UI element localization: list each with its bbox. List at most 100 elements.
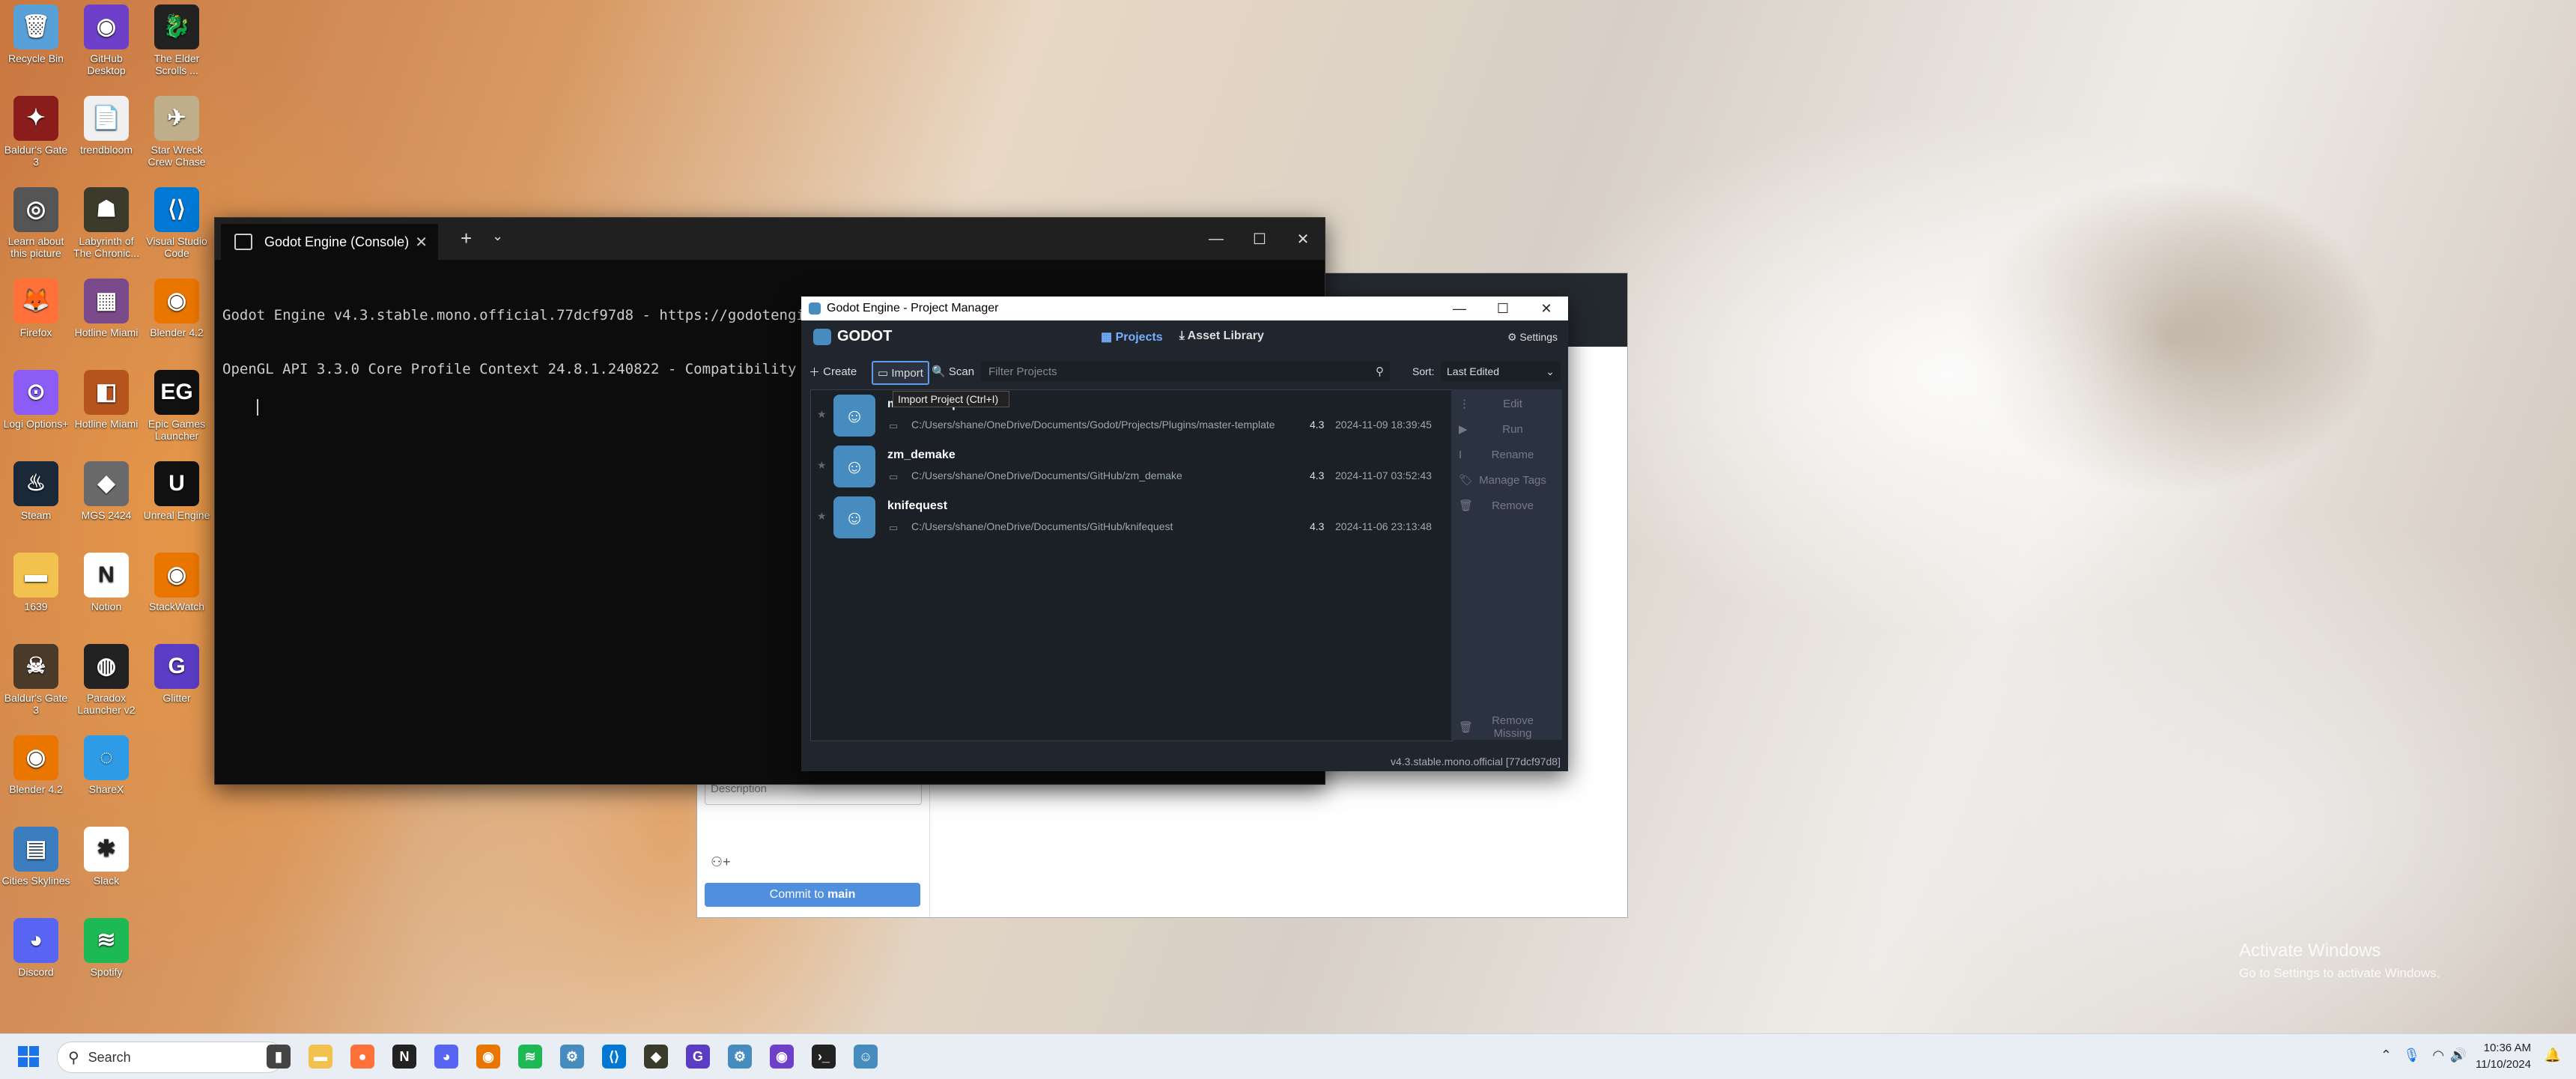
sort-select[interactable]: Last Edited ⌄: [1441, 361, 1561, 382]
desktop-icon[interactable]: ♨ Steam: [0, 461, 72, 521]
scan-button[interactable]: 🔍 Scan: [932, 361, 974, 382]
project-row[interactable]: ★ ☺ zm_demake ▭ C:/Users/shane/OneDrive/Docu…: [811, 443, 1452, 492]
close-window-icon[interactable]: ✕: [1525, 297, 1568, 320]
remove-missing-button[interactable]: 🗑 Remove Missing: [1451, 714, 1562, 740]
close-tab-icon[interactable]: ✕: [415, 233, 428, 252]
gear-icon[interactable]: ⚙: [728, 1045, 752, 1069]
taskbar-search[interactable]: ⚲ Search: [57, 1042, 283, 1073]
manage-tags-button[interactable]: 🏷 Manage Tags: [1451, 469, 1562, 491]
start-button[interactable]: [18, 1046, 39, 1067]
desktop-icon[interactable]: ≋ Spotify: [70, 918, 142, 978]
discord-icon[interactable]: ◕: [434, 1045, 458, 1069]
folder-icon[interactable]: ▭: [889, 522, 898, 534]
desktop-icon[interactable]: ✦ Baldur's Gate 3: [0, 96, 72, 168]
maximize-icon[interactable]: ☐: [1481, 297, 1525, 320]
desktop-icon[interactable]: G Glitter: [141, 644, 213, 704]
favorite-star-icon[interactable]: ★: [817, 408, 827, 421]
folder-icon[interactable]: ▭: [889, 420, 898, 432]
volume-icon[interactable]: 🔊: [2450, 1048, 2467, 1063]
firefox-icon[interactable]: ●: [350, 1045, 374, 1069]
desktop-icon-label: Spotify: [90, 966, 123, 978]
clock[interactable]: 10:36 AM 11/10/2024: [2476, 1040, 2531, 1073]
blender-icon[interactable]: ◉: [476, 1045, 500, 1069]
desktop-icon[interactable]: 🐉 The Elder Scrolls ...: [141, 4, 213, 76]
desktop-icon[interactable]: ◉ GitHub Desktop: [70, 4, 142, 76]
desktop-icon[interactable]: ◆ MGS 2424: [70, 461, 142, 521]
minimize-icon[interactable]: —: [1438, 297, 1481, 320]
desktop-icon[interactable]: ▦ Hotline Miami: [70, 279, 142, 338]
desktop-icon[interactable]: 🦊 Firefox: [0, 279, 72, 338]
microphone-icon[interactable]: 🎙: [2403, 1048, 2420, 1063]
desktop-icon[interactable]: ◉ Blender 4.2: [141, 279, 213, 338]
vscode-icon[interactable]: ⟨⟩: [602, 1045, 626, 1069]
desktop-icon-label: Hotline Miami: [74, 418, 139, 430]
desktop-icon[interactable]: ✈ Star Wreck Crew Chase: [141, 96, 213, 168]
github-desktop-icon[interactable]: ◉: [770, 1045, 794, 1069]
godot-icon[interactable]: ☺: [854, 1045, 878, 1069]
tab-projects[interactable]: ▦ Projects: [1101, 329, 1163, 344]
desktop-icon[interactable]: ⟨⟩ Visual Studio Code: [141, 187, 213, 259]
desktop-icon[interactable]: 📄 trendbloom: [70, 96, 142, 156]
vscode-icon: ⟨⟩: [154, 187, 199, 232]
project-date: 2024-11-06 23:13:48: [1335, 520, 1432, 532]
create-button[interactable]: ＋ Create: [809, 361, 857, 382]
desktop-icon[interactable]: ▤ Cities Skylines: [0, 827, 72, 887]
desktop-icon[interactable]: ▬ 1639: [0, 553, 72, 613]
desktop-icon[interactable]: N Notion: [70, 553, 142, 613]
glitter-icon[interactable]: G: [686, 1045, 710, 1069]
rename-button[interactable]: I Rename: [1451, 443, 1562, 466]
desktop-icon[interactable]: ✱ Slack: [70, 827, 142, 887]
add-coauthor-icon[interactable]: ⚇+: [711, 854, 731, 870]
console-tab[interactable]: Godot Engine (Console) ✕: [221, 224, 438, 260]
favorite-star-icon[interactable]: ★: [817, 459, 827, 472]
desktop-icon[interactable]: ◍ Paradox Launcher v2: [70, 644, 142, 716]
desktop-icon[interactable]: U Unreal Engine: [141, 461, 213, 521]
close-window-icon[interactable]: ✕: [1281, 218, 1325, 260]
desktop-icon[interactable]: ◉ Blender 4.2: [0, 735, 72, 795]
desktop-icon-label: Firefox: [19, 326, 52, 338]
desktop-icon-label: StackWatch: [148, 601, 205, 613]
desktop-icon-label: Logi Options+: [3, 418, 69, 430]
maximize-icon[interactable]: ☐: [1238, 218, 1281, 260]
tab-asset-library[interactable]: ⤓ Asset Library: [1179, 329, 1264, 344]
desktop-icon-label: Learn about this picture: [7, 235, 64, 259]
folder-icon: ▭: [878, 367, 889, 380]
godot-project-icon: ☺: [833, 446, 875, 487]
desktop-icon[interactable]: ◉ StackWatch: [141, 553, 213, 613]
terminal-icon[interactable]: ›_: [812, 1045, 836, 1069]
filter-projects-input[interactable]: Filter Projects ⚲: [981, 361, 1390, 382]
desktop-icon[interactable]: ◎ Learn about this picture: [0, 187, 72, 259]
desktop-icon[interactable]: ◌ ShareX: [70, 735, 142, 795]
edit-button[interactable]: ⋮ Edit: [1451, 392, 1562, 415]
run-button[interactable]: ▶ Run: [1451, 418, 1562, 440]
notion-icon[interactable]: N: [392, 1045, 416, 1069]
game-icon[interactable]: ◆: [644, 1045, 668, 1069]
project-row[interactable]: ★ ☺ knifequest ▭ C:/Users/shane/OneDrive/Doc…: [811, 493, 1452, 543]
settings-button[interactable]: ⚙ Settings: [1507, 331, 1558, 344]
desktop-icon[interactable]: 🗑 Recycle Bin: [0, 4, 72, 64]
favorite-star-icon[interactable]: ★: [817, 510, 827, 523]
settings-gear-icon[interactable]: ⚙: [560, 1045, 584, 1069]
task-view-icon[interactable]: ▮: [267, 1045, 291, 1069]
wifi-icon[interactable]: ◠: [2432, 1048, 2444, 1063]
notification-bell-icon[interactable]: 🔔: [2545, 1048, 2561, 1063]
commit-button[interactable]: Commit to main: [705, 883, 920, 907]
desktop-icon[interactable]: ☗ Labyrinth of The Chronic...: [70, 187, 142, 259]
project-list[interactable]: ★☺master-template▭C:/Users/shane/OneDriv…: [810, 389, 1453, 741]
desktop-icon[interactable]: EG Epic Games Launcher: [141, 370, 213, 442]
chevron-up-icon[interactable]: ⌃: [2381, 1048, 2392, 1063]
desktop-icon[interactable]: ◧ Hotline Miami: [70, 370, 142, 430]
folder-icon[interactable]: ▭: [889, 471, 898, 483]
spotify-icon[interactable]: ≋: [518, 1045, 542, 1069]
new-tab-icon[interactable]: +: [461, 227, 472, 250]
desktop-icon[interactable]: ⊙ Logi Options+: [0, 370, 72, 430]
desktop-icon-label: Recycle Bin: [8, 52, 64, 64]
minimize-icon[interactable]: —: [1194, 218, 1238, 260]
desktop-icon[interactable]: ☠ Baldur's Gate 3: [0, 644, 72, 716]
desktop-icon[interactable]: ◕ Discord: [0, 918, 72, 978]
import-button[interactable]: ▭ Import: [872, 361, 929, 385]
remove-button[interactable]: 🗑 Remove: [1451, 494, 1562, 517]
desktop-icon-label: Star Wreck Crew Chase: [148, 144, 206, 168]
file-explorer-icon[interactable]: ▬: [309, 1045, 332, 1069]
tab-dropdown-icon[interactable]: ⌄: [492, 228, 503, 244]
